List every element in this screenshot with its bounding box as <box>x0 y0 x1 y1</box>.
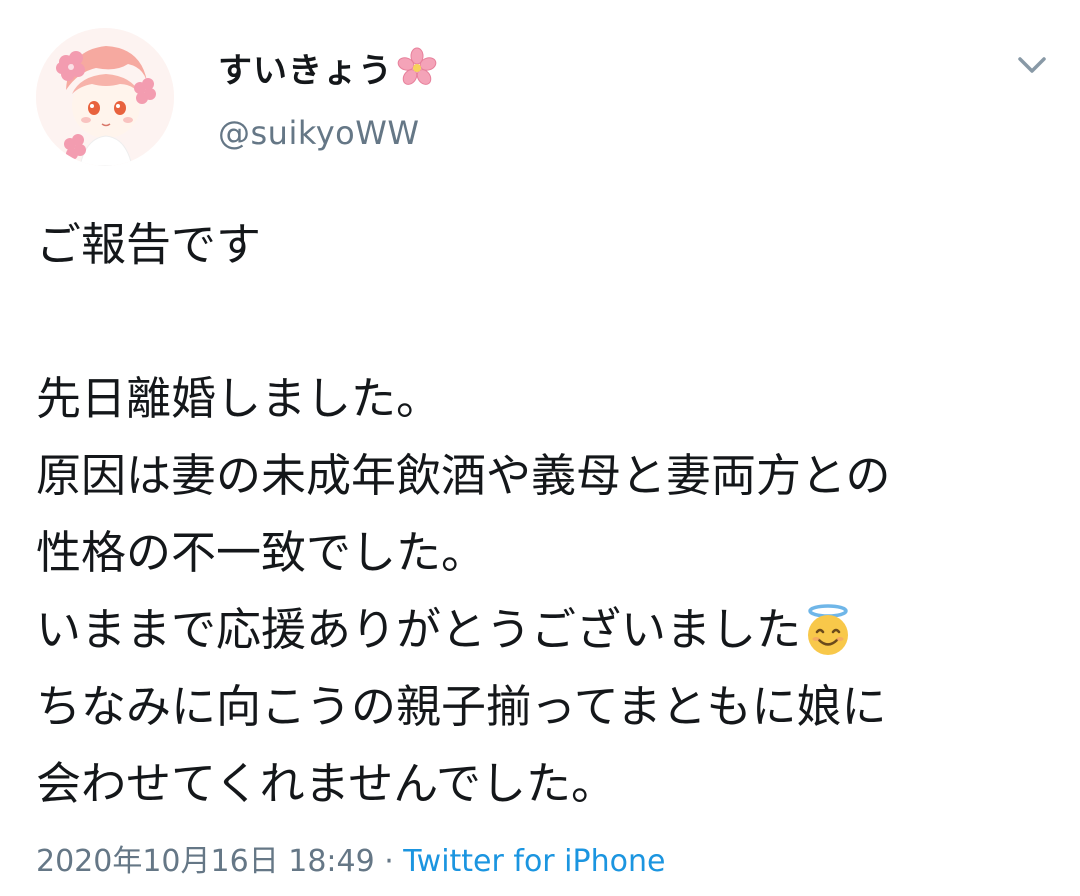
display-name[interactable]: すいきょう <box>218 43 393 92</box>
tweet-source-link[interactable]: Twitter for iPhone <box>403 844 665 879</box>
cherry-blossom-icon <box>397 47 437 87</box>
tweet-line: 性格の不一致でした。 <box>36 526 487 579</box>
tweet-line: ちなみに向こうの親子揃ってまともに娘に <box>36 680 887 733</box>
tweet-line: 会わせてくれませんでした。 <box>36 757 617 810</box>
user-handle[interactable]: @suikyoWW <box>218 114 420 152</box>
tweet-line: 先日離婚しました。 <box>36 372 442 425</box>
tweet-line: ご報告です <box>36 218 262 271</box>
tweet-meta: 2020年10月16日 18:49 · Twitter for iPhone <box>36 836 665 880</box>
tweet-line: 原因は妻の未成年飲酒や義母と妻両方との <box>36 449 891 502</box>
display-name-row[interactable]: すいきょう <box>218 42 437 92</box>
tweet-line-with-emoji: いままで応援ありがとうございました <box>36 591 1046 668</box>
tweet-text: ご報告です 先日離婚しました。 原因は妻の未成年飲酒や義母と妻両方との 性格の不… <box>36 206 1046 822</box>
tweet-timestamp[interactable]: 2020年10月16日 18:49 <box>36 844 375 879</box>
chevron-down-icon[interactable] <box>1012 48 1052 80</box>
tweet-line-text: いままで応援ありがとうございました <box>36 603 802 656</box>
avatar[interactable] <box>36 28 174 166</box>
meta-separator: · <box>374 844 404 879</box>
tweet-card: すいきょう @suikyoWW ご報告です 先日離婚しました。 原因は妻の未成年… <box>0 0 1080 896</box>
avatar-icon <box>36 28 174 166</box>
smiling-face-with-halo-icon <box>803 603 853 657</box>
